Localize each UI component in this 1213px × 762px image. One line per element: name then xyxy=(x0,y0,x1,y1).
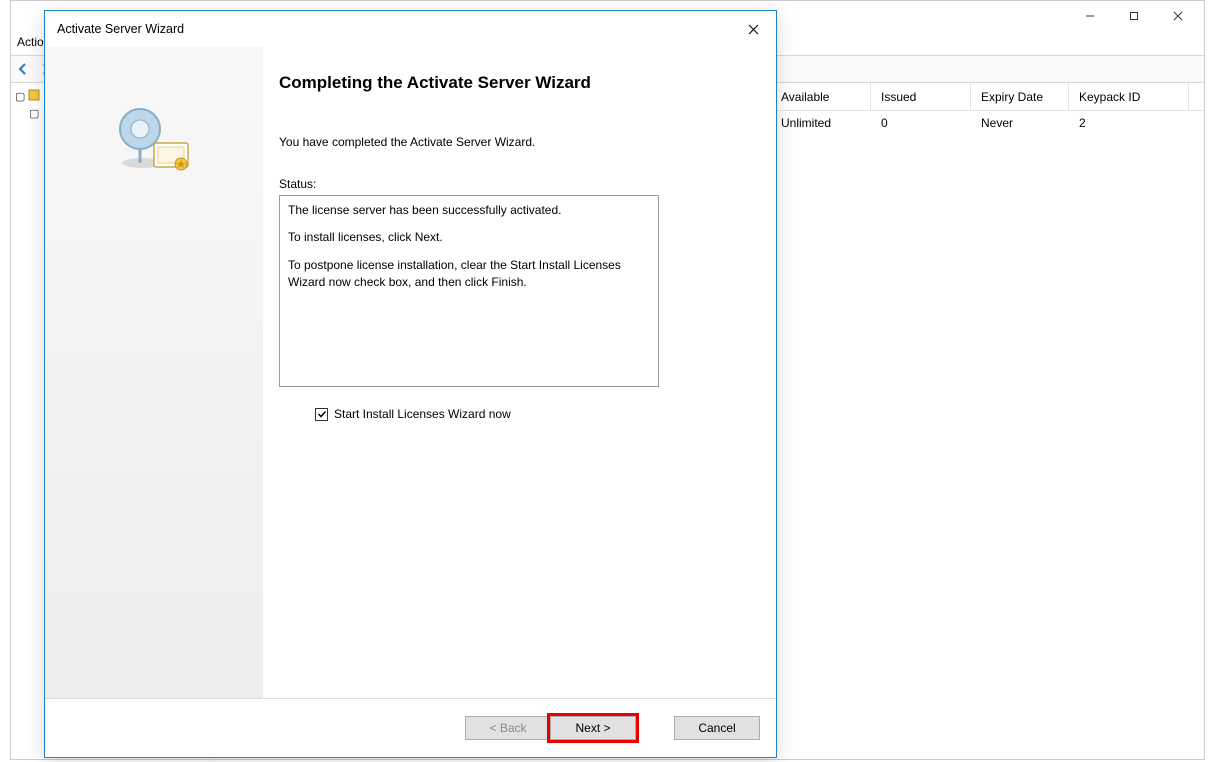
activate-server-wizard-dialog: Activate Server Wizard Completing xyxy=(44,10,777,758)
status-label: Status: xyxy=(279,177,748,191)
wizard-graphic-icon xyxy=(114,101,194,184)
next-button[interactable]: Next > xyxy=(550,716,636,740)
tree-expand-icon[interactable]: ▢ xyxy=(29,107,39,120)
col-keypack[interactable]: Keypack ID xyxy=(1069,83,1189,110)
cell-keypack: 2 xyxy=(1069,116,1189,130)
wizard-heading: Completing the Activate Server Wizard xyxy=(279,73,748,93)
back-button: < Back xyxy=(465,716,551,740)
col-expiry[interactable]: Expiry Date xyxy=(971,83,1069,110)
status-line: To postpone license installation, clear … xyxy=(288,257,650,292)
close-button[interactable] xyxy=(1156,2,1200,30)
checkbox-label: Start Install Licenses Wizard now xyxy=(334,407,511,421)
wizard-side-panel xyxy=(45,47,263,698)
maximize-button[interactable] xyxy=(1112,2,1156,30)
server-icon xyxy=(27,88,41,105)
menu-action[interactable]: Actio xyxy=(17,35,44,49)
cell-available: Unlimited xyxy=(771,116,871,130)
status-line: To install licenses, click Next. xyxy=(288,229,650,246)
cell-issued: 0 xyxy=(871,116,971,130)
tree-expand-icon[interactable]: ▢ xyxy=(15,90,25,103)
wizard-title: Activate Server Wizard xyxy=(57,22,184,36)
status-line: The license server has been successfully… xyxy=(288,202,650,219)
close-icon[interactable] xyxy=(740,16,766,42)
col-available[interactable]: Available xyxy=(771,83,871,110)
wizard-subtext: You have completed the Activate Server W… xyxy=(279,135,748,149)
wizard-main-panel: Completing the Activate Server Wizard Yo… xyxy=(263,47,776,698)
cancel-button[interactable]: Cancel xyxy=(674,716,760,740)
wizard-titlebar[interactable]: Activate Server Wizard xyxy=(45,11,776,47)
col-issued[interactable]: Issued xyxy=(871,83,971,110)
minimize-button[interactable] xyxy=(1068,2,1112,30)
cell-expiry: Never xyxy=(971,116,1069,130)
nav-back-icon[interactable] xyxy=(15,61,31,77)
wizard-button-bar: < Back Next > Cancel xyxy=(45,699,776,757)
start-install-checkbox-row[interactable]: Start Install Licenses Wizard now xyxy=(315,407,748,421)
checkbox-icon[interactable] xyxy=(315,408,328,421)
status-textbox[interactable]: The license server has been successfully… xyxy=(279,195,659,387)
